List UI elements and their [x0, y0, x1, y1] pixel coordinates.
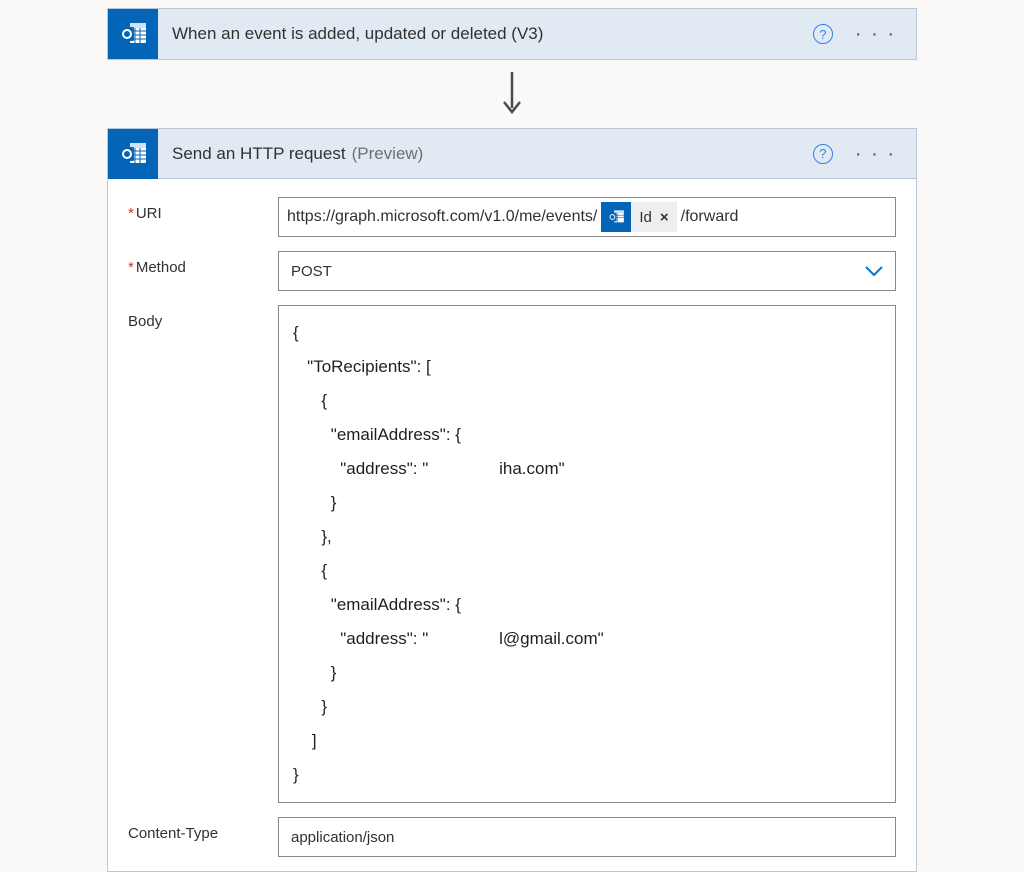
more-menu-icon[interactable]: · · · [855, 144, 896, 164]
uri-row: URI https://graph.microsoft.com/v1.0/me/… [128, 197, 896, 237]
more-menu-icon[interactable]: · · · [855, 24, 896, 44]
flow-arrow-icon [0, 72, 1024, 116]
outlook-calendar-icon [601, 202, 631, 232]
action-title: Send an HTTP request (Preview) [158, 144, 813, 164]
help-icon[interactable]: ? [813, 144, 833, 164]
uri-label: URI [128, 197, 278, 222]
method-select[interactable]: POST [278, 251, 896, 291]
trigger-card[interactable]: When an event is added, updated or delet… [107, 8, 917, 60]
dynamic-token-id[interactable]: Id × [601, 202, 676, 232]
body-input[interactable]: { "ToRecipients": [ { "emailAddress": { … [278, 305, 896, 803]
uri-text-prefix: https://graph.microsoft.com/v1.0/me/even… [287, 208, 597, 226]
outlook-calendar-icon [108, 129, 158, 179]
token-remove-icon[interactable]: × [658, 209, 677, 226]
chevron-down-icon [865, 265, 883, 277]
uri-text-suffix: /forward [681, 208, 739, 226]
token-label: Id [631, 209, 658, 226]
content-type-input[interactable]: application/json [278, 817, 896, 857]
trigger-header[interactable]: When an event is added, updated or delet… [108, 9, 916, 59]
uri-input[interactable]: https://graph.microsoft.com/v1.0/me/even… [278, 197, 896, 237]
outlook-calendar-icon [108, 9, 158, 59]
content-type-row: Content-Type application/json [128, 817, 896, 857]
method-value: POST [291, 263, 332, 280]
action-card: Send an HTTP request (Preview) ? · · · U… [107, 128, 917, 872]
method-row: Method POST [128, 251, 896, 291]
action-body: URI https://graph.microsoft.com/v1.0/me/… [108, 179, 916, 871]
action-header[interactable]: Send an HTTP request (Preview) ? · · · [108, 129, 916, 179]
body-label: Body [128, 305, 278, 330]
help-icon[interactable]: ? [813, 24, 833, 44]
method-label: Method [128, 251, 278, 276]
preview-label: (Preview) [352, 144, 424, 164]
trigger-title: When an event is added, updated or delet… [158, 24, 813, 44]
body-row: Body { "ToRecipients": [ { "emailAddress… [128, 305, 896, 803]
content-type-label: Content-Type [128, 817, 278, 842]
